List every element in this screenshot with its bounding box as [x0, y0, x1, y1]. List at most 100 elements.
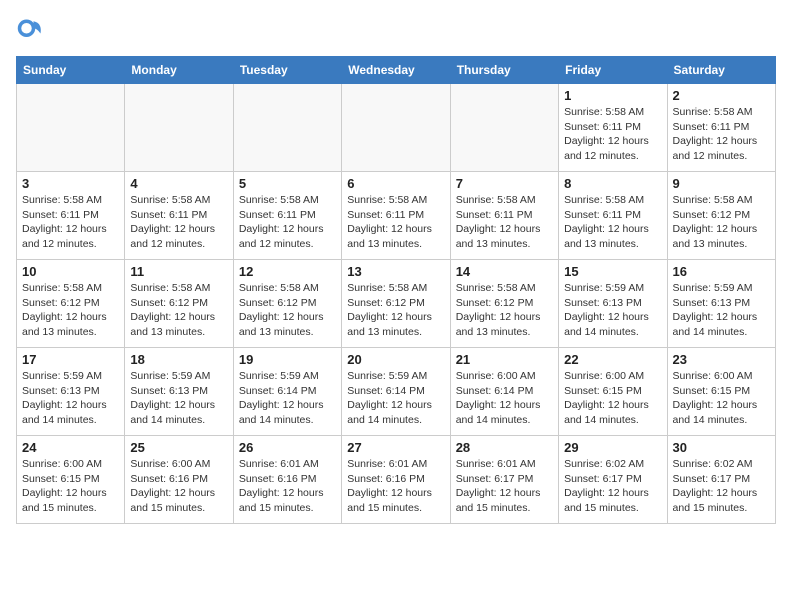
day-info: Sunrise: 6:01 AMSunset: 6:16 PMDaylight:…	[239, 457, 336, 516]
calendar-cell: 7 Sunrise: 5:58 AMSunset: 6:11 PMDaylight…	[450, 172, 558, 260]
calendar-cell	[125, 84, 233, 172]
day-info: Sunrise: 6:01 AMSunset: 6:16 PMDaylight:…	[347, 457, 444, 516]
calendar-cell: 23Sunrise: 6:00 AMSunset: 6:15 PMDayligh…	[667, 348, 775, 436]
day-info: Sunrise: 5:58 AMSunset: 6:11 PMDaylight:…	[673, 105, 770, 164]
calendar-cell: 2Sunrise: 5:58 AMSunset: 6:11 PMDaylight…	[667, 84, 775, 172]
logo-icon	[16, 16, 44, 44]
calendar-cell: 3 Sunrise: 5:58 AMSunset: 6:11 PMDaylight…	[17, 172, 125, 260]
day-info: Sunrise: 6:00 AMSunset: 6:15 PMDaylight:…	[673, 369, 770, 428]
weekday-header-friday: Friday	[559, 57, 667, 84]
day-number: 11	[130, 264, 227, 279]
calendar-cell	[342, 84, 450, 172]
weekday-header-row: SundayMondayTuesdayWednesdayThursdayFrid…	[17, 57, 776, 84]
day-info: Sunrise: 6:02 AMSunset: 6:17 PMDaylight:…	[564, 457, 661, 516]
day-info: Sunrise: 5:58 AMSunset: 6:11 PMDaylight:…	[130, 193, 227, 252]
day-info: Sunrise: 5:58 AMSunset: 6:11 PMDaylight:…	[564, 193, 661, 252]
day-info: Sunrise: 5:58 AMSunset: 6:11 PMDaylight:…	[239, 193, 336, 252]
calendar-cell: 19 Sunrise: 5:59 AMSunset: 6:14 PMDayligh…	[233, 348, 341, 436]
day-number: 15	[564, 264, 661, 279]
day-number: 4	[130, 176, 227, 191]
calendar-cell: 26Sunrise: 6:01 AMSunset: 6:16 PMDayligh…	[233, 436, 341, 524]
calendar-cell: 4 Sunrise: 5:58 AMSunset: 6:11 PMDaylight…	[125, 172, 233, 260]
day-info: Sunrise: 5:58 AMSunset: 6:12 PMDaylight:…	[456, 281, 553, 340]
day-info: Sunrise: 5:59 AMSunset: 6:13 PMDaylight:…	[22, 369, 119, 428]
day-number: 19	[239, 352, 336, 367]
day-number: 17	[22, 352, 119, 367]
day-info: Sunrise: 5:59 AMSunset: 6:13 PMDaylight:…	[130, 369, 227, 428]
day-number: 5	[239, 176, 336, 191]
day-number: 14	[456, 264, 553, 279]
calendar-cell: 6 Sunrise: 5:58 AMSunset: 6:11 PMDaylight…	[342, 172, 450, 260]
day-number: 10	[22, 264, 119, 279]
day-info: Sunrise: 5:59 AMSunset: 6:13 PMDaylight:…	[564, 281, 661, 340]
day-number: 8	[564, 176, 661, 191]
day-number: 12	[239, 264, 336, 279]
calendar-cell: 15 Sunrise: 5:59 AMSunset: 6:13 PMDayligh…	[559, 260, 667, 348]
day-number: 3	[22, 176, 119, 191]
calendar-cell: 25Sunrise: 6:00 AMSunset: 6:16 PMDayligh…	[125, 436, 233, 524]
day-info: Sunrise: 6:00 AMSunset: 6:15 PMDaylight:…	[22, 457, 119, 516]
day-number: 22	[564, 352, 661, 367]
weekday-header-monday: Monday	[125, 57, 233, 84]
day-number: 9	[673, 176, 770, 191]
week-row-1: 3 Sunrise: 5:58 AMSunset: 6:11 PMDaylight…	[17, 172, 776, 260]
day-number: 7	[456, 176, 553, 191]
calendar-cell	[233, 84, 341, 172]
weekday-header-thursday: Thursday	[450, 57, 558, 84]
calendar-cell	[450, 84, 558, 172]
calendar-cell: 5 Sunrise: 5:58 AMSunset: 6:11 PMDaylight…	[233, 172, 341, 260]
day-info: Sunrise: 6:00 AMSunset: 6:15 PMDaylight:…	[564, 369, 661, 428]
weekday-header-tuesday: Tuesday	[233, 57, 341, 84]
day-number: 13	[347, 264, 444, 279]
calendar-cell: 28 Sunrise: 6:01 AMSunset: 6:17 PMDayligh…	[450, 436, 558, 524]
weekday-header-wednesday: Wednesday	[342, 57, 450, 84]
week-row-3: 17 Sunrise: 5:59 AMSunset: 6:13 PMDayligh…	[17, 348, 776, 436]
calendar-cell	[17, 84, 125, 172]
calendar-cell: 12 Sunrise: 5:58 AMSunset: 6:12 PMDayligh…	[233, 260, 341, 348]
day-info: Sunrise: 5:58 AMSunset: 6:12 PMDaylight:…	[130, 281, 227, 340]
calendar-cell: 1 Sunrise: 5:58 AMSunset: 6:11 PMDaylight…	[559, 84, 667, 172]
week-row-0: 1 Sunrise: 5:58 AMSunset: 6:11 PMDaylight…	[17, 84, 776, 172]
calendar-cell: 21Sunrise: 6:00 AMSunset: 6:14 PMDayligh…	[450, 348, 558, 436]
calendar-cell: 9Sunrise: 5:58 AMSunset: 6:12 PMDaylight…	[667, 172, 775, 260]
day-number: 29	[564, 440, 661, 455]
calendar-cell: 13 Sunrise: 5:58 AMSunset: 6:12 PMDayligh…	[342, 260, 450, 348]
day-info: Sunrise: 6:01 AMSunset: 6:17 PMDaylight:…	[456, 457, 553, 516]
page-header	[16, 16, 776, 44]
day-number: 30	[673, 440, 770, 455]
calendar-cell: 17 Sunrise: 5:59 AMSunset: 6:13 PMDayligh…	[17, 348, 125, 436]
calendar-table: SundayMondayTuesdayWednesdayThursdayFrid…	[16, 56, 776, 524]
calendar-cell: 16Sunrise: 5:59 AMSunset: 6:13 PMDayligh…	[667, 260, 775, 348]
calendar-cell: 18 Sunrise: 5:59 AMSunset: 6:13 PMDayligh…	[125, 348, 233, 436]
day-number: 28	[456, 440, 553, 455]
day-number: 1	[564, 88, 661, 103]
day-number: 27	[347, 440, 444, 455]
calendar-cell: 14 Sunrise: 5:58 AMSunset: 6:12 PMDayligh…	[450, 260, 558, 348]
weekday-header-saturday: Saturday	[667, 57, 775, 84]
day-info: Sunrise: 5:58 AMSunset: 6:11 PMDaylight:…	[22, 193, 119, 252]
day-number: 18	[130, 352, 227, 367]
logo	[16, 16, 48, 44]
day-info: Sunrise: 6:02 AMSunset: 6:17 PMDaylight:…	[673, 457, 770, 516]
calendar-cell: 29 Sunrise: 6:02 AMSunset: 6:17 PMDayligh…	[559, 436, 667, 524]
day-info: Sunrise: 5:58 AMSunset: 6:11 PMDaylight:…	[347, 193, 444, 252]
day-number: 6	[347, 176, 444, 191]
calendar-cell: 24 Sunrise: 6:00 AMSunset: 6:15 PMDayligh…	[17, 436, 125, 524]
day-number: 21	[456, 352, 553, 367]
day-info: Sunrise: 5:59 AMSunset: 6:14 PMDaylight:…	[239, 369, 336, 428]
day-info: Sunrise: 5:58 AMSunset: 6:12 PMDaylight:…	[347, 281, 444, 340]
day-number: 20	[347, 352, 444, 367]
calendar-cell: 8 Sunrise: 5:58 AMSunset: 6:11 PMDaylight…	[559, 172, 667, 260]
day-info: Sunrise: 5:58 AMSunset: 6:12 PMDaylight:…	[239, 281, 336, 340]
day-info: Sunrise: 5:58 AMSunset: 6:12 PMDaylight:…	[22, 281, 119, 340]
week-row-2: 10 Sunrise: 5:58 AMSunset: 6:12 PMDayligh…	[17, 260, 776, 348]
day-info: Sunrise: 5:58 AMSunset: 6:11 PMDaylight:…	[564, 105, 661, 164]
calendar-cell: 11 Sunrise: 5:58 AMSunset: 6:12 PMDayligh…	[125, 260, 233, 348]
day-info: Sunrise: 6:00 AMSunset: 6:16 PMDaylight:…	[130, 457, 227, 516]
weekday-header-sunday: Sunday	[17, 57, 125, 84]
day-info: Sunrise: 5:58 AMSunset: 6:11 PMDaylight:…	[456, 193, 553, 252]
calendar-cell: 22 Sunrise: 6:00 AMSunset: 6:15 PMDayligh…	[559, 348, 667, 436]
day-number: 24	[22, 440, 119, 455]
calendar-cell: 10 Sunrise: 5:58 AMSunset: 6:12 PMDayligh…	[17, 260, 125, 348]
calendar-cell: 20Sunrise: 5:59 AMSunset: 6:14 PMDayligh…	[342, 348, 450, 436]
